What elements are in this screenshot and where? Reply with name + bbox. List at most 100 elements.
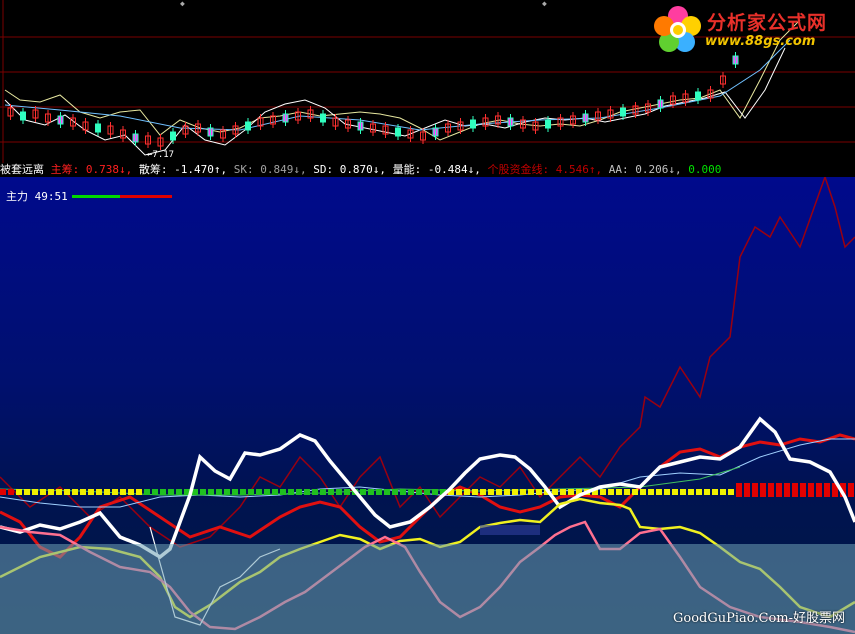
zero-band-segment: [800, 483, 806, 497]
zero-band-segment: [552, 489, 558, 495]
indicator-label: 主力 49:51: [6, 190, 68, 203]
indicator-value-item: 个股资金线: 4.546↑,: [480, 163, 603, 176]
svg-text:◆: ◆: [180, 0, 185, 8]
indicator-value-item: 散筹: -1.470↑,: [132, 163, 228, 176]
zero-band-segment: [488, 489, 494, 495]
zero-band-segment: [80, 489, 86, 495]
zero-band-segment: [296, 489, 302, 495]
zero-band-segment: [176, 489, 182, 495]
zero-band-segment: [616, 489, 622, 495]
zero-band-segment: [120, 489, 126, 495]
zero-band-segment: [768, 483, 774, 497]
zero-band-segment: [648, 489, 654, 495]
zero-band-segment: [424, 489, 430, 495]
zero-band-segment: [816, 483, 822, 497]
zero-band-segment: [744, 483, 750, 497]
zero-band-segment: [512, 489, 518, 495]
zero-band-segment: [288, 489, 294, 495]
zero-band-segment: [320, 489, 326, 495]
zero-band-segment: [0, 489, 6, 495]
zero-band-segment: [72, 489, 78, 495]
zero-band-segment: [568, 489, 574, 495]
site-logo[interactable]: 分析家公式网 www.88gs.com: [649, 2, 849, 56]
zero-band-segment: [224, 489, 230, 495]
zero-band-segment: [608, 489, 614, 495]
zero-band-segment: [384, 489, 390, 495]
indicator-value-item: 量能: -0.484↓,: [386, 163, 481, 176]
zero-band-segment: [304, 489, 310, 495]
zero-band-segment: [16, 489, 22, 495]
zero-band-segment: [432, 489, 438, 495]
zero-band-segment: [728, 489, 734, 495]
zero-band-segment: [32, 489, 38, 495]
zero-band-segment: [48, 489, 54, 495]
zero-band-segment: [776, 483, 782, 497]
watermark-text: GoodGuPiao.Com-好股票网: [673, 611, 845, 626]
zero-band-segment: [104, 489, 110, 495]
zero-band-segment: [112, 489, 118, 495]
indicator-value-bar: 被套远离 主筹: 0.738↓, 散筹: -1.470↑, SK: 0.849↓…: [0, 163, 855, 177]
low-price-label: ←7.17: [147, 150, 174, 160]
zero-band-segment: [824, 483, 830, 497]
zero-band-segment: [408, 489, 414, 495]
zero-band-segment: [696, 489, 702, 495]
zero-band-segment: [792, 483, 798, 497]
zero-band-segment: [168, 489, 174, 495]
zero-band-segment: [528, 489, 534, 495]
zero-band-segment: [736, 483, 742, 497]
zero-band-segment: [704, 489, 710, 495]
zero-band-segment: [232, 489, 238, 495]
zero-band-segment: [632, 489, 638, 495]
zero-band-segment: [624, 489, 630, 495]
zero-band-segment: [328, 489, 334, 495]
logo-url: www.88gs.com: [705, 34, 816, 49]
zero-band-segment: [520, 489, 526, 495]
zero-band-segment: [40, 489, 46, 495]
zero-band-segment: [208, 489, 214, 495]
zero-band-segment: [8, 489, 14, 495]
zero-band-segment: [688, 489, 694, 495]
zero-band-segment: [480, 489, 486, 495]
indicator-value-item: 0.000: [681, 163, 722, 176]
zero-band-segment: [152, 489, 158, 495]
zero-band-segment: [472, 489, 478, 495]
zero-band-segment: [64, 489, 70, 495]
zero-band-segment: [536, 489, 542, 495]
zero-band-segment: [312, 489, 318, 495]
zero-band-segment: [760, 483, 766, 497]
zero-band-segment: [640, 489, 646, 495]
indicator-value-item: SD: 0.870↓,: [306, 163, 387, 176]
flower-logo-icon: [654, 6, 701, 52]
zero-band-segment: [128, 489, 134, 495]
indicator-name: 被套远离: [0, 163, 44, 176]
zero-band-segment: [808, 483, 814, 497]
zero-band-segment: [144, 489, 150, 495]
zero-band-segment: [456, 489, 462, 495]
zero-band-segment: [560, 489, 566, 495]
zero-band-segment: [344, 489, 350, 495]
zero-band-segment: [200, 489, 206, 495]
zero-band-segment: [136, 489, 142, 495]
zero-band-segment: [416, 489, 422, 495]
zero-band-segment: [600, 489, 606, 495]
zero-band-segment: [264, 489, 270, 495]
zero-band-segment: [664, 489, 670, 495]
zero-band-segment: [784, 483, 790, 497]
zero-band-segment: [56, 489, 62, 495]
zero-band-segment: [272, 489, 278, 495]
kline-panel[interactable]: ◆ ◆ ←7.17 分析家公式网 www.88gs.com: [0, 0, 855, 163]
zero-band-segment: [712, 489, 718, 495]
zero-band-segment: [336, 489, 342, 495]
zero-band-segment: [848, 483, 854, 497]
zero-band-segment: [496, 489, 502, 495]
zero-band-segment: [752, 483, 758, 497]
svg-text:◆: ◆: [542, 0, 547, 8]
zero-band-segment: [96, 489, 102, 495]
zero-band-segment: [400, 489, 406, 495]
stock-chart-window: ◆ ◆ ←7.17 分析家公式网 www.88gs.com 被套远离 主筹: 0…: [0, 0, 855, 634]
indicator-value-item: AA: 0.206↓,: [602, 163, 682, 176]
zero-band-segment: [24, 489, 30, 495]
zero-band-segment: [464, 489, 470, 495]
indicator-value-item: 主筹: 0.738↓,: [50, 163, 133, 176]
zero-band-segment: [720, 489, 726, 495]
